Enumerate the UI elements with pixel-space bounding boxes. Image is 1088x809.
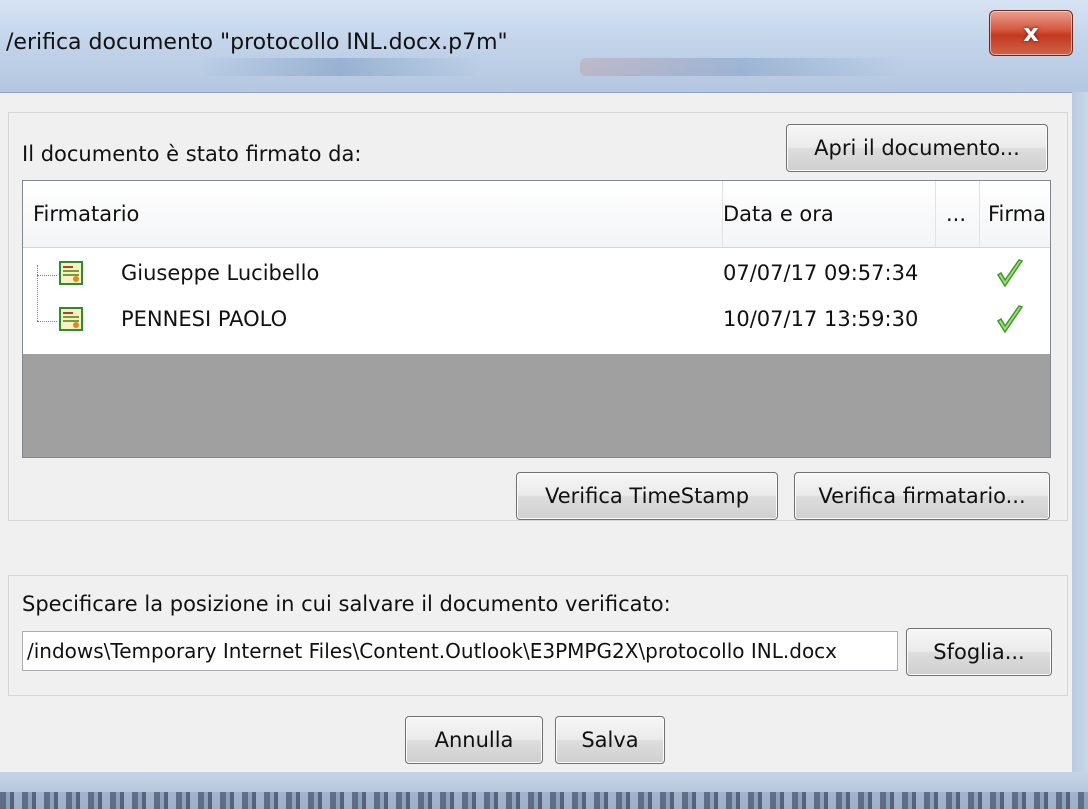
certificate-icon — [59, 307, 83, 331]
column-header-signature[interactable]: Firma — [980, 181, 1050, 247]
background-window-blur — [580, 58, 900, 76]
signature-date: 10/07/17 13:59:30 — [723, 307, 919, 331]
list-item[interactable]: PENNESI PAOLO 10/07/17 13:59:30 — [23, 297, 1050, 347]
signers-list[interactable]: Firmatario Data e ora ... Firma Giuseppe… — [22, 180, 1051, 458]
checkmark-icon — [996, 305, 1024, 334]
signers-label: Il documento è stato firmato da: — [22, 142, 362, 166]
background-window-blur — [200, 58, 480, 76]
column-header-signer[interactable]: Firmatario — [23, 181, 723, 247]
save-location-label: Specificare la posizione in cui salvare … — [22, 592, 671, 616]
background-window-strip — [0, 772, 1088, 809]
verify-timestamp-button[interactable]: Verifica TimeStamp — [516, 472, 778, 520]
save-path-input[interactable]: /indows\Temporary Internet Files\Content… — [22, 631, 898, 671]
list-header: Firmatario Data e ora ... Firma — [23, 181, 1050, 248]
verify-signer-button[interactable]: Verifica firmatario... — [794, 472, 1050, 520]
open-document-button[interactable]: Apri il documento... — [786, 124, 1048, 172]
window-frame-right — [1072, 92, 1088, 792]
list-empty-area — [23, 354, 1050, 457]
cancel-button[interactable]: Annulla — [405, 716, 543, 764]
list-item[interactable]: Giuseppe Lucibello 07/07/17 09:57:34 — [23, 251, 1050, 301]
column-header-more[interactable]: ... — [936, 181, 980, 247]
window-title: /erifica documento "protocollo INL.docx.… — [6, 30, 508, 55]
certificate-icon — [59, 261, 83, 285]
signer-name: PENNESI PAOLO — [121, 307, 288, 331]
background-text-blur — [0, 792, 1088, 809]
close-icon: x — [1023, 19, 1039, 47]
verify-document-dialog: /erifica documento "protocollo INL.docx.… — [0, 0, 1088, 809]
signer-name: Giuseppe Lucibello — [121, 261, 320, 285]
save-button[interactable]: Salva — [555, 716, 665, 764]
signature-date: 07/07/17 09:57:34 — [723, 261, 919, 285]
browse-button[interactable]: Sfoglia... — [906, 628, 1052, 676]
title-bar[interactable]: /erifica documento "protocollo INL.docx.… — [0, 0, 1088, 92]
column-header-date[interactable]: Data e ora — [713, 181, 936, 247]
checkmark-icon — [996, 259, 1024, 288]
close-button[interactable]: x — [989, 10, 1073, 56]
